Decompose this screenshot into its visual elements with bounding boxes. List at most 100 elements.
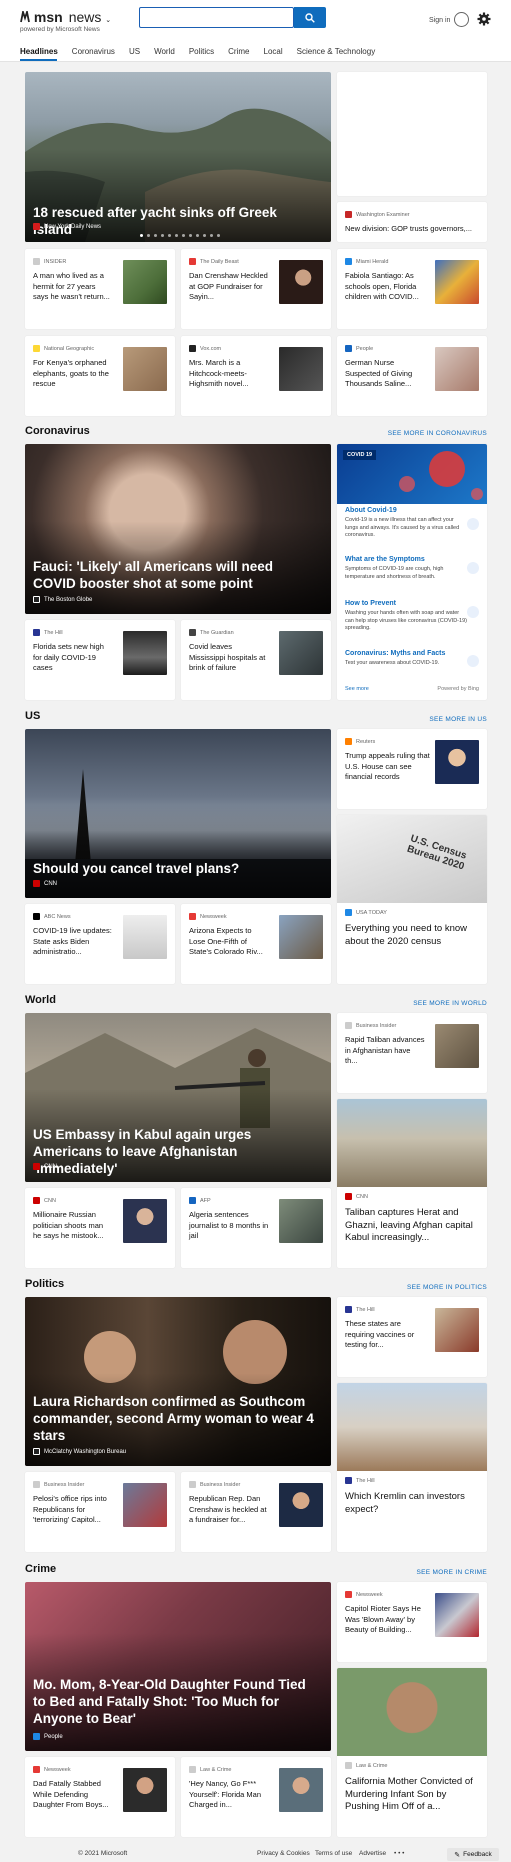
card-title[interactable]: Florida sets new high for daily COVID-19… bbox=[33, 642, 113, 674]
hero-title[interactable]: Laura Richardson confirmed as Southcom c… bbox=[33, 1393, 319, 1444]
news-card[interactable]: Miami Herald Fabiola Santiago: As school… bbox=[337, 249, 487, 329]
covid-item-symptoms[interactable]: What are the Symptoms Symptoms of COVID-1… bbox=[345, 556, 467, 581]
card-title[interactable]: Dad Fatally Stabbed While Defending Daug… bbox=[33, 1779, 113, 1811]
tab-crime[interactable]: Crime bbox=[228, 47, 249, 59]
card-title[interactable]: Arizona Expects to Lose One-Fifth of Sta… bbox=[189, 926, 269, 958]
tab-headlines[interactable]: Headlines bbox=[20, 47, 58, 59]
politics-hero-card[interactable]: Laura Richardson confirmed as Southcom c… bbox=[25, 1297, 331, 1466]
see-more-politics-link[interactable]: SEE MORE IN POLITICS bbox=[387, 1284, 487, 1291]
powered-by-bing: Powered by Bing bbox=[437, 686, 479, 692]
see-more-us-link[interactable]: SEE MORE IN US bbox=[387, 716, 487, 723]
news-card[interactable]: CNN Millionaire Russian politician shoot… bbox=[25, 1188, 175, 1268]
card-title[interactable]: Dan Crenshaw Heckled at GOP Fundraiser f… bbox=[189, 271, 269, 303]
card-thumbnail bbox=[435, 740, 479, 784]
tab-science-technology[interactable]: Science & Technology bbox=[297, 47, 376, 59]
card-source: INSIDER bbox=[33, 258, 66, 265]
card-title[interactable]: Which Kremlin can investors expect? bbox=[345, 1491, 479, 1516]
hero-title[interactable]: Should you cancel travel plans? bbox=[33, 860, 319, 877]
news-card[interactable]: AFP Algeria sentences journalist to 8 mo… bbox=[181, 1188, 331, 1268]
covid-item-about[interactable]: About Covid-19 Covid-19 is a new illness … bbox=[345, 507, 467, 540]
tab-politics[interactable]: Politics bbox=[189, 47, 214, 59]
feedback-button[interactable]: ✎ Feedback bbox=[447, 1848, 499, 1861]
hero-title[interactable]: Fauci: 'Likely' all Americans will need … bbox=[33, 558, 319, 592]
tab-coronavirus[interactable]: Coronavirus bbox=[72, 47, 115, 59]
card-title[interactable]: 'Hey Nancy, Go F*** Yourself': Florida M… bbox=[189, 1779, 269, 1811]
carousel-dots[interactable] bbox=[140, 234, 224, 237]
avatar-icon[interactable] bbox=[454, 12, 469, 27]
tab-world[interactable]: World bbox=[154, 47, 175, 59]
news-card[interactable]: National Geographic For Kenya's orphaned… bbox=[25, 336, 175, 416]
card-title[interactable]: Taliban captures Herat and Ghazni, leavi… bbox=[345, 1207, 479, 1245]
see-more-crime-link[interactable]: SEE MORE IN CRIME bbox=[387, 1569, 487, 1576]
feature-card[interactable]: The Hill Which Kremlin can investors exp… bbox=[337, 1383, 487, 1552]
news-card[interactable]: People German Nurse Suspected of Giving … bbox=[337, 336, 487, 416]
hero-title[interactable]: 18 rescued after yacht sinks off Greek i… bbox=[33, 204, 319, 238]
news-card[interactable]: Newsweek Dad Fatally Stabbed While Defen… bbox=[25, 1757, 175, 1837]
card-thumbnail bbox=[279, 1199, 323, 1243]
covid-see-more-link[interactable]: See more bbox=[345, 686, 369, 692]
news-card[interactable]: Reuters Trump appeals ruling that U.S. H… bbox=[337, 729, 487, 809]
card-source: Vox.com bbox=[189, 345, 221, 352]
search-button[interactable] bbox=[294, 7, 326, 28]
hero-title[interactable]: Mo. Mom, 8-Year-Old Daughter Found Tied … bbox=[33, 1676, 319, 1727]
card-title[interactable]: These states are requiring vaccines or t… bbox=[345, 1319, 425, 1351]
hero-title[interactable]: US Embassy in Kabul again urges American… bbox=[33, 1126, 319, 1177]
headline-side-card[interactable]: Washington Examiner New division: GOP tr… bbox=[337, 202, 487, 242]
news-card[interactable]: Business Insider Pelosi's office rips in… bbox=[25, 1472, 175, 1552]
card-title[interactable]: For Kenya's orphaned elephants, goats to… bbox=[33, 358, 113, 390]
news-card[interactable]: Business Insider Rapid Taliban advances … bbox=[337, 1013, 487, 1093]
card-title[interactable]: Capitol Rioter Says He Was 'Blown Away' … bbox=[345, 1604, 425, 1636]
news-card[interactable]: Newsweek Capitol Rioter Says He Was 'Blo… bbox=[337, 1582, 487, 1662]
card-title[interactable]: German Nurse Suspected of Giving Thousan… bbox=[345, 358, 425, 390]
privacy-link[interactable]: Privacy & Cookies bbox=[257, 1850, 310, 1857]
advertise-link[interactable]: Advertise bbox=[359, 1850, 386, 1857]
news-card[interactable]: INSIDER A man who lived as a hermit for … bbox=[25, 249, 175, 329]
card-title[interactable]: Rapid Taliban advances in Afghanistan ha… bbox=[345, 1035, 425, 1067]
card-title[interactable]: Covid leaves Mississippi hospitals at br… bbox=[189, 642, 269, 674]
card-title[interactable]: Trump appeals ruling that U.S. House can… bbox=[345, 751, 433, 783]
news-card[interactable]: ABC News COVID-19 live updates: State as… bbox=[25, 904, 175, 984]
card-thumbnail bbox=[279, 1483, 323, 1527]
news-card[interactable]: The Guardian Covid leaves Mississippi ho… bbox=[181, 620, 331, 700]
covid-item-myths[interactable]: Coronavirus: Myths and Facts Test your aw… bbox=[345, 650, 467, 668]
news-card[interactable]: The Hill These states are requiring vacc… bbox=[337, 1297, 487, 1377]
card-title[interactable]: California Mother Convicted of Murdering… bbox=[345, 1776, 479, 1814]
news-card[interactable]: Law & Crime 'Hey Nancy, Go F*** Yourself… bbox=[181, 1757, 331, 1837]
news-card[interactable]: The Daily Beast Dan Crenshaw Heckled at … bbox=[181, 249, 331, 329]
us-hero-card[interactable]: Should you cancel travel plans? CNN bbox=[25, 729, 331, 898]
card-title[interactable]: A man who lived as a hermit for 27 years… bbox=[33, 271, 113, 303]
see-more-coronavirus-link[interactable]: SEE MORE IN CORONAVIRUS bbox=[387, 430, 487, 437]
crime-hero-card[interactable]: Mo. Mom, 8-Year-Old Daughter Found Tied … bbox=[25, 1582, 331, 1751]
card-title[interactable]: COVID-19 live updates: State asks Biden … bbox=[33, 926, 113, 958]
card-title[interactable]: Everything you need to know about the 20… bbox=[345, 923, 479, 948]
world-hero-card[interactable]: US Embassy in Kabul again urges American… bbox=[25, 1013, 331, 1182]
card-title[interactable]: Mrs. March is a Hitchcock-meets-Highsmit… bbox=[189, 358, 269, 390]
headline-hero-card[interactable]: 18 rescued after yacht sinks off Greek i… bbox=[25, 72, 331, 242]
covid-item-prevent[interactable]: How to Prevent Washing your hands often w… bbox=[345, 600, 467, 633]
chevron-down-icon[interactable]: ⌄ bbox=[105, 17, 111, 24]
card-title[interactable]: New division: GOP trusts governors,... bbox=[345, 224, 472, 235]
tab-local[interactable]: Local bbox=[264, 47, 283, 59]
card-title[interactable]: Algeria sentences journalist to 8 months… bbox=[189, 1210, 269, 1242]
news-card[interactable]: Business Insider Republican Rep. Dan Cre… bbox=[181, 1472, 331, 1552]
msn-logo[interactable]: msn news ⌄ bbox=[20, 8, 111, 25]
card-title[interactable]: Fabiola Santiago: As schools open, Flori… bbox=[345, 271, 425, 303]
news-card[interactable]: Vox.com Mrs. March is a Hitchcock-meets-… bbox=[181, 336, 331, 416]
card-title[interactable]: Pelosi's office rips into Republicans fo… bbox=[33, 1494, 113, 1526]
news-card[interactable]: Newsweek Arizona Expects to Lose One-Fif… bbox=[181, 904, 331, 984]
card-title[interactable]: Republican Rep. Dan Crenshaw is heckled … bbox=[189, 1494, 269, 1526]
terms-link[interactable]: Terms of use bbox=[315, 1850, 352, 1857]
card-title[interactable]: Millionaire Russian politician shoots ma… bbox=[33, 1210, 113, 1242]
feature-card[interactable]: Law & Crime California Mother Convicted … bbox=[337, 1668, 487, 1837]
news-card[interactable]: The Hill Florida sets new high for daily… bbox=[25, 620, 175, 700]
feature-card[interactable]: CNN Taliban captures Herat and Ghazni, l… bbox=[337, 1099, 487, 1268]
feature-card[interactable]: U.S. Census Bureau 2020 USA TODAY Everyt… bbox=[337, 815, 487, 984]
sign-in-link[interactable]: Sign in bbox=[429, 17, 450, 24]
see-more-world-link[interactable]: SEE MORE IN WORLD bbox=[387, 1000, 487, 1007]
tab-us[interactable]: US bbox=[129, 47, 140, 59]
more-options-icon[interactable]: • • • bbox=[394, 1850, 404, 1857]
coronavirus-hero-card[interactable]: Fauci: 'Likely' all Americans will need … bbox=[25, 444, 331, 614]
gear-icon[interactable] bbox=[477, 12, 491, 26]
card-source: Miami Herald bbox=[345, 258, 388, 265]
search-input[interactable] bbox=[139, 7, 294, 28]
